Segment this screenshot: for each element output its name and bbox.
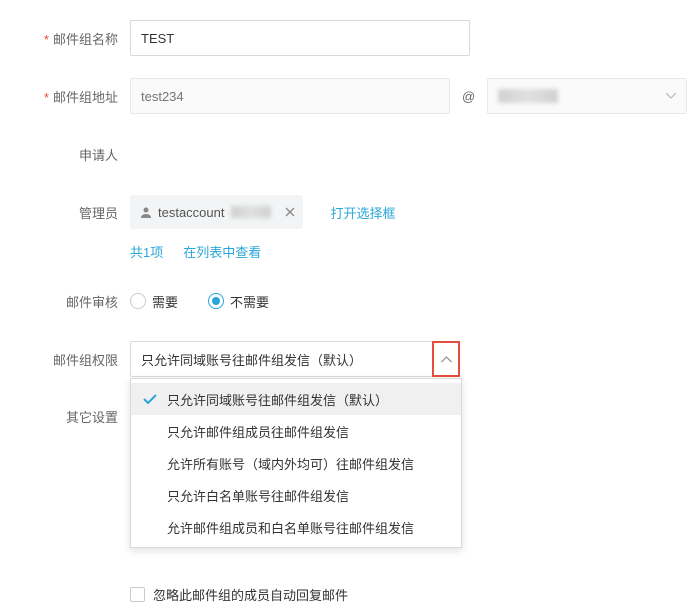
radio-icon-checked	[208, 293, 224, 309]
col-review: 需要 不需要	[130, 292, 668, 311]
label-other: 其它设置	[30, 399, 130, 426]
permission-select[interactable]: 只允许同域账号往邮件组发信（默认） 只允许同域账号往邮件组发信（默认） 只允许邮…	[130, 341, 460, 377]
at-symbol: @	[462, 89, 475, 104]
dropdown-option-2[interactable]: 允许所有账号（域内外均可）往邮件组发信	[131, 447, 461, 479]
other-checkbox-row: 忽略此邮件组的成员自动回复邮件	[130, 585, 668, 604]
person-icon	[140, 206, 152, 218]
col-permission: 只允许同域账号往邮件组发信（默认） 只允许同域账号往邮件组发信（默认） 只允许邮…	[130, 341, 668, 377]
permission-select-value: 只允许同域账号往邮件组发信（默认）	[141, 350, 362, 369]
admin-chip: testaccount	[130, 195, 303, 229]
dropdown-option-2-label: 允许所有账号（域内外均可）往邮件组发信	[167, 454, 414, 473]
col-group-name	[130, 20, 668, 56]
label-review: 邮件审核	[30, 292, 130, 311]
dropdown-option-0-label: 只允许同域账号往邮件组发信（默认）	[167, 390, 388, 409]
chevron-down-icon	[666, 93, 676, 99]
label-group-addr: 邮件组地址	[30, 87, 130, 106]
ignore-autoreply-checkbox[interactable]	[130, 587, 145, 602]
label-applicant: 申请人	[30, 145, 130, 164]
dropdown-option-3-label: 只允许白名单账号往邮件组发信	[167, 486, 349, 505]
view-in-list-link[interactable]: 在列表中查看	[183, 242, 261, 261]
check-icon	[143, 394, 157, 404]
dropdown-option-1[interactable]: 只允许邮件组成员往邮件组发信	[131, 415, 461, 447]
review-radio-group: 需要 不需要	[130, 292, 269, 311]
open-selector-link[interactable]: 打开选择框	[331, 203, 396, 222]
admin-sub-links: 共1项 在列表中查看	[130, 242, 668, 261]
review-radio-no[interactable]: 不需要	[208, 292, 269, 311]
domain-select[interactable]	[487, 78, 687, 114]
dropdown-option-3[interactable]: 只允许白名单账号往邮件组发信	[131, 479, 461, 511]
review-radio-yes[interactable]: 需要	[130, 292, 178, 311]
row-group-addr: 邮件组地址 @	[30, 78, 668, 114]
group-name-input[interactable]	[130, 20, 470, 56]
col-admin: testaccount 打开选择框	[130, 195, 668, 229]
row-applicant: 申请人	[30, 136, 668, 172]
close-icon[interactable]	[285, 207, 295, 217]
radio-icon-unchecked	[130, 293, 146, 309]
admin-chip-blurred	[231, 206, 271, 218]
dropdown-option-4-label: 允许邮件组成员和白名单账号往邮件组发信	[167, 518, 414, 537]
label-group-name: 邮件组名称	[30, 29, 130, 48]
row-review: 邮件审核 需要 不需要	[30, 283, 668, 319]
row-permission: 邮件组权限 只允许同域账号往邮件组发信（默认） 只允许同域账号往邮件组发信（默认…	[30, 341, 668, 377]
group-addr-input	[130, 78, 450, 114]
total-count-link[interactable]: 共1项	[130, 242, 163, 261]
label-permission: 邮件组权限	[30, 350, 130, 369]
dropdown-option-0[interactable]: 只允许同域账号往邮件组发信（默认）	[131, 383, 461, 415]
label-admin: 管理员	[30, 203, 130, 222]
admin-chip-text: testaccount	[158, 205, 225, 220]
col-group-addr: @	[130, 78, 687, 114]
dropdown-option-4[interactable]: 允许邮件组成员和白名单账号往邮件组发信	[131, 511, 461, 543]
chevron-up-icon	[441, 356, 452, 363]
dropdown-option-1-label: 只允许邮件组成员往邮件组发信	[167, 422, 349, 441]
ignore-autoreply-label: 忽略此邮件组的成员自动回复邮件	[153, 585, 348, 604]
review-yes-label: 需要	[152, 292, 178, 311]
row-group-name: 邮件组名称	[30, 20, 668, 56]
domain-text-blurred	[498, 89, 558, 103]
permission-dropdown: 只允许同域账号往邮件组发信（默认） 只允许邮件组成员往邮件组发信 允许所有账号（…	[130, 378, 462, 548]
select-arrow-highlight	[432, 341, 460, 377]
review-no-label: 不需要	[230, 292, 269, 311]
row-admin: 管理员 testaccount 打开选择框	[30, 194, 668, 230]
